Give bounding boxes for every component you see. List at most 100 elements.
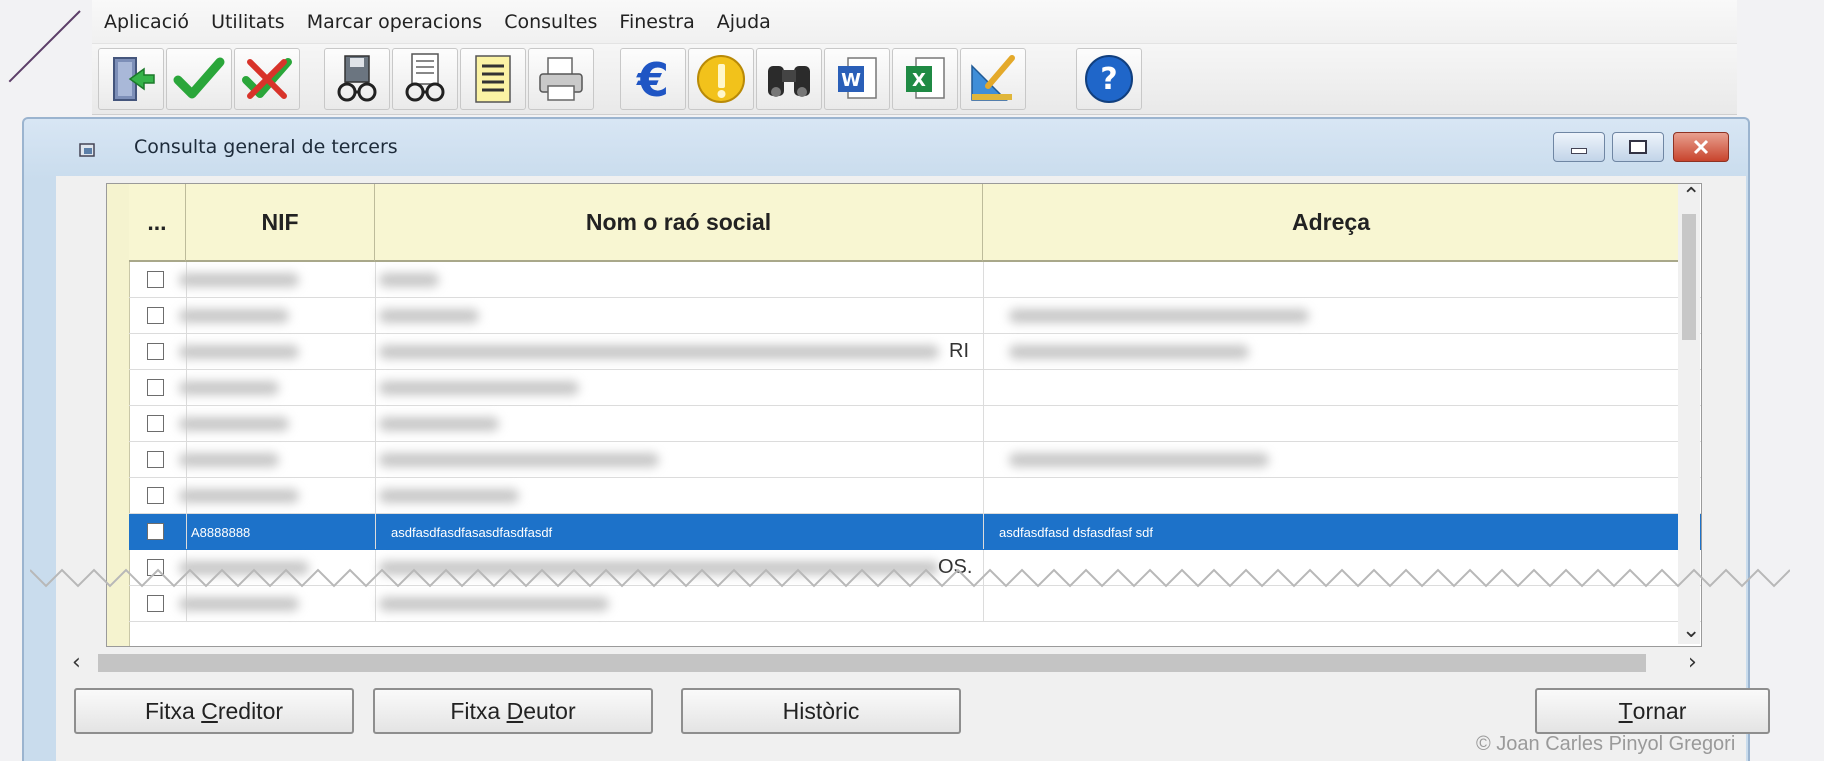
- row-checkbox[interactable]: [147, 343, 164, 360]
- redacted-text: [379, 453, 659, 467]
- table-row[interactable]: [129, 262, 1701, 298]
- help-button[interactable]: ?: [1076, 48, 1142, 110]
- scroll-up-icon[interactable]: ⌃: [1682, 186, 1700, 208]
- vertical-scroll-thumb[interactable]: [1682, 214, 1696, 340]
- scroll-right-icon[interactable]: ›: [1688, 652, 1697, 674]
- table-row[interactable]: [129, 442, 1701, 478]
- minimize-icon: [1571, 148, 1587, 154]
- column-divider: [375, 334, 376, 369]
- scroll-down-icon[interactable]: ⌄: [1682, 620, 1700, 642]
- redacted-text: [379, 309, 479, 323]
- menu-marcar-operacions[interactable]: Marcar operacions: [307, 11, 483, 33]
- maximize-button[interactable]: [1612, 132, 1664, 162]
- column-divider: [983, 262, 984, 297]
- menu-finestra[interactable]: Finestra: [619, 11, 694, 33]
- column-divider: [983, 298, 984, 333]
- excel-export-button[interactable]: X: [892, 48, 958, 110]
- document-preview-button[interactable]: [392, 48, 458, 110]
- menu-aplicacio[interactable]: Aplicació: [104, 11, 189, 33]
- column-divider: [983, 406, 984, 441]
- search-binoculars-button[interactable]: [756, 48, 822, 110]
- scroll-left-icon[interactable]: ‹: [72, 652, 81, 674]
- help-icon: ?: [1085, 55, 1133, 103]
- excel-export-icon: X: [906, 57, 945, 99]
- column-divider: [375, 262, 376, 297]
- svg-text:X: X: [912, 70, 926, 91]
- binoculars-icon: [768, 66, 810, 97]
- horizontal-scrollbar[interactable]: ‹ ›: [64, 648, 1709, 678]
- table-row[interactable]: RI: [129, 334, 1701, 370]
- euro-button[interactable]: €: [620, 48, 686, 110]
- menu-utilitats[interactable]: Utilitats: [211, 11, 285, 33]
- column-header-address[interactable]: Adreça: [983, 184, 1679, 262]
- column-header-name[interactable]: Nom o raó social: [375, 184, 983, 262]
- column-divider: [983, 370, 984, 405]
- copyright-watermark: © Joan Carles Pinyol Gregori: [1476, 733, 1736, 755]
- save-preview-icon: [337, 55, 377, 102]
- table-row[interactable]: [129, 478, 1701, 514]
- save-preview-button[interactable]: [324, 48, 390, 110]
- creditor-card-button[interactable]: Fitxa Creditor: [74, 688, 354, 734]
- cell-nif: A8888888: [191, 525, 251, 540]
- svg-text:€: €: [636, 53, 669, 106]
- history-button[interactable]: Històric: [681, 688, 961, 734]
- column-divider: [983, 442, 984, 477]
- row-checkbox[interactable]: [147, 487, 164, 504]
- row-checkbox[interactable]: [147, 451, 164, 468]
- column-divider: [375, 442, 376, 477]
- info-button[interactable]: [688, 48, 754, 110]
- print-button[interactable]: [528, 48, 594, 110]
- exit-door-icon: [113, 57, 155, 101]
- redacted-text: [179, 345, 299, 359]
- table-row-selected[interactable]: A8888888 asdfasdfasdfasasdfasdfasdf asdfas…: [129, 514, 1701, 550]
- column-divider: [375, 514, 376, 549]
- redacted-text: [379, 417, 499, 431]
- notepad-list-button[interactable]: [460, 48, 526, 110]
- creditor-label-pre: Fitxa: [144, 697, 202, 724]
- column-divider: [983, 478, 984, 513]
- redacted-text: [379, 345, 939, 359]
- menu-consultes[interactable]: Consultes: [504, 11, 597, 33]
- maximize-icon: [1629, 140, 1647, 154]
- menu-bar: Aplicació Utilitats Marcar operacions Co…: [92, 0, 1737, 44]
- accept-button[interactable]: [166, 48, 232, 110]
- row-checkbox[interactable]: [147, 523, 164, 540]
- euro-icon: €: [636, 53, 669, 106]
- notepad-list-icon: [475, 55, 511, 103]
- svg-text:?: ?: [1100, 62, 1117, 97]
- ruler-edit-icon: [971, 55, 1015, 101]
- word-export-button[interactable]: W: [824, 48, 890, 110]
- document-preview-icon: [405, 53, 445, 102]
- cell-address: asdfasdfasd dsfasdfasf sdf: [999, 525, 1153, 540]
- cell-name: RI: [949, 340, 969, 362]
- column-divider: [375, 406, 376, 441]
- debtor-label-pre: Fitxa: [450, 697, 507, 724]
- row-checkbox[interactable]: [147, 415, 164, 432]
- table-row[interactable]: [129, 298, 1701, 334]
- horizontal-scroll-thumb[interactable]: [98, 654, 1646, 672]
- row-checkbox[interactable]: [147, 307, 164, 324]
- row-checkbox[interactable]: [147, 379, 164, 396]
- back-button[interactable]: Tornar: [1535, 688, 1770, 734]
- redacted-text: [179, 273, 299, 287]
- cut-edge-zigzag: [30, 568, 1790, 588]
- exit-button[interactable]: [98, 48, 164, 110]
- column-header-select[interactable]: ...: [129, 184, 186, 262]
- window-app-icon: [79, 143, 95, 157]
- redacted-text: [1009, 345, 1249, 359]
- redacted-text: [379, 381, 579, 395]
- close-button[interactable]: [1673, 132, 1729, 162]
- row-checkbox[interactable]: [147, 271, 164, 288]
- menu-ajuda[interactable]: Ajuda: [717, 11, 771, 33]
- redacted-text: [1009, 309, 1309, 323]
- debtor-card-button[interactable]: Fitxa Deutor: [373, 688, 653, 734]
- back-label-post: ornar: [1632, 697, 1687, 724]
- redacted-text: [179, 417, 289, 431]
- reject-button[interactable]: [234, 48, 300, 110]
- redacted-text: [179, 381, 279, 395]
- table-row[interactable]: [129, 370, 1701, 406]
- table-row[interactable]: [129, 406, 1701, 442]
- minimize-button[interactable]: [1553, 132, 1605, 162]
- ruler-edit-button[interactable]: [960, 48, 1026, 110]
- column-header-nif[interactable]: NIF: [186, 184, 375, 262]
